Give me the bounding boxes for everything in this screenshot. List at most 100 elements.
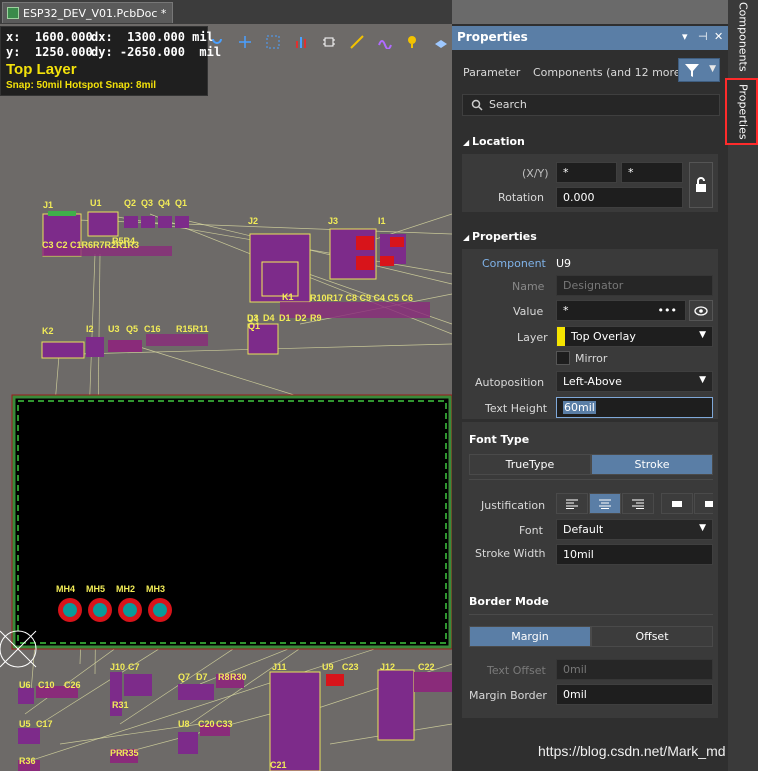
pcb-label: C16 xyxy=(144,324,161,334)
pcb-label: K1 xyxy=(282,292,294,302)
pcb-label: R5R4 xyxy=(112,236,135,246)
chevron-down-icon: ▼ xyxy=(699,330,706,340)
pcb-label: Q7 xyxy=(178,672,190,682)
watermark: https://blog.csdn.net/Mark_md xyxy=(538,743,726,759)
properties-section-title[interactable]: ◢ Properties xyxy=(463,230,537,243)
hud-dx: dx: 1300.000 mil xyxy=(91,30,214,44)
align-middle-icon xyxy=(705,500,713,507)
align-center-button[interactable] xyxy=(589,493,621,514)
pcb-label: D1 xyxy=(279,313,291,323)
y-field[interactable]: * xyxy=(621,162,683,183)
align-right-button[interactable] xyxy=(622,493,654,514)
pcb-label: J2 xyxy=(248,216,258,226)
pcb-label: C33 xyxy=(216,719,233,729)
pcb-label: U5 xyxy=(19,719,31,729)
panel-title: Properties xyxy=(457,30,528,44)
pcb-label: C22 xyxy=(418,662,435,672)
route-icon[interactable] xyxy=(206,31,228,53)
chevron-down-icon: ▼ xyxy=(699,523,706,533)
font-dropdown[interactable]: Default ▼ xyxy=(556,519,713,540)
filter-text[interactable]: Components (and 12 more) xyxy=(533,66,685,79)
visibility-button[interactable] xyxy=(689,300,713,321)
text-offset-label: Text Offset xyxy=(487,664,546,677)
pcb-label: C26 xyxy=(64,680,81,690)
document-tab-bar: ESP32_DEV_V01.PcbDoc * xyxy=(0,0,452,24)
justification-buttons xyxy=(556,493,713,514)
autoposition-dropdown[interactable]: Left-Above ▼ xyxy=(556,371,713,392)
pcb-label: J10 xyxy=(110,662,125,672)
align-left-button[interactable] xyxy=(556,493,588,514)
align-middle-button[interactable] xyxy=(694,493,713,514)
pin-icon[interactable]: ⊣ xyxy=(698,30,708,43)
pcb-label: I1 xyxy=(378,216,386,226)
name-field[interactable]: Designator xyxy=(556,275,713,296)
value-more-button[interactable]: ••• xyxy=(658,304,677,317)
pcb-label: C20 xyxy=(198,719,215,729)
font-value: Default xyxy=(563,523,604,536)
components-side-tab[interactable]: Components xyxy=(732,2,754,72)
value-field[interactable]: * ••• xyxy=(556,300,686,321)
chart-icon[interactable] xyxy=(290,31,312,53)
lock-button[interactable] xyxy=(689,162,713,208)
align-left-icon xyxy=(566,499,578,509)
value-text: * xyxy=(563,304,569,317)
search-icon xyxy=(471,99,483,111)
lock-icon xyxy=(696,177,706,192)
pcb-drawing: J1 U1 Q2 Q3 Q4 Q1 J2 J3 I1 K2 I2 U3 Q5 C… xyxy=(0,198,452,771)
layer-icon[interactable] xyxy=(430,31,452,53)
truetype-option[interactable]: TrueType xyxy=(469,454,591,475)
pcb-label: R9 xyxy=(310,313,322,323)
location-section-title[interactable]: ◢ Location xyxy=(463,135,525,148)
pcb-label: Q1 xyxy=(175,198,187,208)
pcb-canvas[interactable]: J1 U1 Q2 Q3 Q4 Q1 J2 J3 I1 K2 I2 U3 Q5 C… xyxy=(0,24,452,771)
pcb-label: C21 xyxy=(270,760,287,770)
pcb-label: D2 xyxy=(295,313,307,323)
autoposition-label: Autoposition xyxy=(475,376,545,389)
stroke-option[interactable]: Stroke xyxy=(591,454,713,475)
mirror-checkbox[interactable] xyxy=(556,351,570,365)
cross-icon[interactable] xyxy=(234,31,256,53)
pcb-label: MH2 xyxy=(116,584,135,594)
margin-option[interactable]: Margin xyxy=(469,626,591,647)
chevron-down-icon: ▼ xyxy=(699,375,706,385)
panel-menu-icon[interactable]: ▾ xyxy=(682,30,688,43)
text-height-label: Text Height xyxy=(485,402,548,415)
top-components xyxy=(41,211,430,359)
filter-button[interactable]: ▼ xyxy=(678,58,720,82)
text-offset-field[interactable]: 0mil xyxy=(556,659,713,680)
align-top-button[interactable] xyxy=(661,493,693,514)
funnel-icon xyxy=(685,64,699,77)
component-value: U9 xyxy=(556,257,572,270)
document-tab[interactable]: ESP32_DEV_V01.PcbDoc * xyxy=(2,2,174,23)
chip-icon[interactable] xyxy=(318,31,340,53)
rotation-label: Rotation xyxy=(498,191,545,204)
side-tab-strip: Components Properties xyxy=(725,0,758,771)
stroke-width-field[interactable]: 10mil xyxy=(556,544,713,565)
pcb-label: Q5 xyxy=(126,324,138,334)
track-icon[interactable] xyxy=(346,31,368,53)
offset-option[interactable]: Offset xyxy=(591,626,713,647)
select-rect-icon[interactable] xyxy=(262,31,284,53)
margin-border-label: Margin Border xyxy=(469,689,547,702)
close-icon[interactable]: ✕ xyxy=(714,30,723,43)
probe-icon[interactable] xyxy=(402,31,424,53)
pcb-label: Q2 xyxy=(124,198,136,208)
pcb-label: Q4 xyxy=(158,198,170,208)
panel-header: Properties ▾ ⊣ ✕ xyxy=(452,26,728,50)
pcb-label: J3 xyxy=(328,216,338,226)
pcb-label: U1 xyxy=(90,198,102,208)
wave-icon[interactable] xyxy=(374,31,396,53)
pcb-label: U3 xyxy=(108,324,120,334)
search-input[interactable]: Search xyxy=(462,94,720,116)
properties-side-tab[interactable]: Properties xyxy=(732,82,754,142)
margin-border-field[interactable]: 0mil xyxy=(556,684,713,705)
component-label: Component xyxy=(482,257,546,270)
layer-dropdown[interactable]: Top Overlay ▼ xyxy=(556,326,713,347)
pcb-label: J1 xyxy=(43,200,53,210)
pcb-label: C7 xyxy=(128,662,140,672)
canvas-toolbar xyxy=(206,28,452,56)
pcb-label: C10 xyxy=(38,680,55,690)
text-height-field[interactable]: 60mil xyxy=(556,397,713,418)
x-field[interactable]: * xyxy=(556,162,617,183)
rotation-field[interactable]: 0.000 xyxy=(556,187,683,208)
